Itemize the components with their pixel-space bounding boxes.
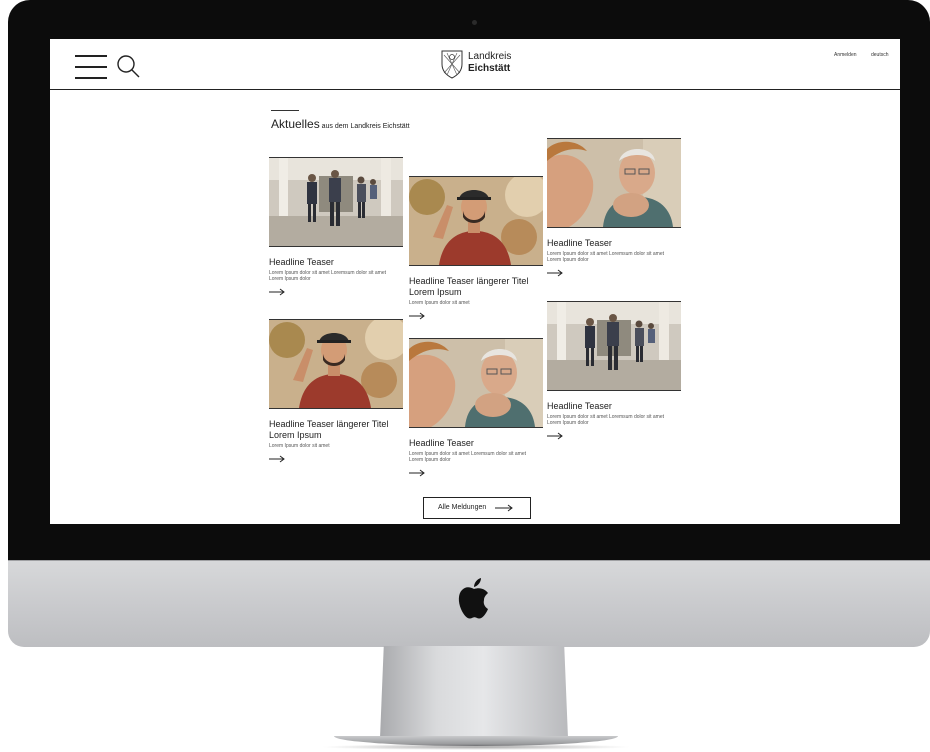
card-text: Lorem Ipsum dolor sit amet Loremsum dolo… xyxy=(547,251,664,263)
section-title-sub: aus dem Landkreis Eichstätt xyxy=(319,123,410,130)
arrow-right-icon[interactable] xyxy=(547,269,563,277)
site-header: Landkreis Eichstätt Anmelden deutsch xyxy=(50,39,900,90)
card-text: Lorem Ipsum dolor sit amet Loremsum dolo… xyxy=(409,451,526,463)
site-logo[interactable]: Landkreis Eichstätt xyxy=(440,49,550,81)
man-in-cap-photo xyxy=(409,176,543,266)
news-card[interactable]: Headline Teaser Lorem Ipsum dolor sit am… xyxy=(269,157,403,296)
corridor-people-photo xyxy=(269,157,403,247)
news-card[interactable]: Headline Teaser Lorem Ipsum dolor sit am… xyxy=(409,338,543,477)
section-title-main: Aktuelles xyxy=(271,117,320,131)
apple-logo-icon xyxy=(458,578,488,619)
heading-rule xyxy=(271,110,299,111)
brand-line-2: Eichstätt xyxy=(468,63,511,74)
news-card[interactable]: Headline Teaser längerer Titel Lorem Ips… xyxy=(409,176,543,320)
arrow-right-icon[interactable] xyxy=(409,312,425,320)
corridor-people-photo xyxy=(547,301,681,391)
card-headline: Headline Teaser xyxy=(409,438,474,448)
arrow-right-icon[interactable] xyxy=(409,469,425,477)
card-headline: Headline Teaser xyxy=(547,401,612,411)
arrow-right-icon[interactable] xyxy=(269,455,285,463)
login-link[interactable]: Anmelden xyxy=(834,52,857,58)
website-screen: Landkreis Eichstätt Anmelden deutsch Akt… xyxy=(50,39,900,524)
monitor-stand xyxy=(380,646,568,738)
section-title: Aktuelles aus dem Landkreis Eichstätt xyxy=(271,115,410,133)
card-text: Lorem Ipsum dolor sit amet Loremsum dolo… xyxy=(269,270,386,282)
language-link[interactable]: deutsch xyxy=(871,52,889,58)
brand-line-1: Landkreis xyxy=(468,51,512,62)
card-headline: Headline Teaser xyxy=(547,238,612,248)
news-card[interactable]: Headline Teaser längerer Titel Lorem Ips… xyxy=(269,319,403,463)
news-card[interactable]: Headline Teaser Lorem Ipsum dolor sit am… xyxy=(547,301,681,440)
arrow-right-icon xyxy=(495,504,513,512)
card-headline: Headline Teaser längerer Titel Lorem Ips… xyxy=(409,276,529,297)
card-text: Lorem Ipsum dolor sit amet xyxy=(269,443,330,449)
elderly-man-photo xyxy=(409,338,543,428)
search-icon[interactable] xyxy=(116,54,140,78)
all-news-button[interactable]: Alle Meldungen xyxy=(423,497,531,519)
stand-shadow xyxy=(320,744,632,750)
news-card[interactable]: Headline Teaser Lorem Ipsum dolor sit am… xyxy=(547,138,681,277)
menu-icon[interactable] xyxy=(75,55,107,79)
card-headline: Headline Teaser längerer Titel Lorem Ips… xyxy=(269,419,389,440)
crest-icon xyxy=(441,50,463,79)
arrow-right-icon[interactable] xyxy=(547,432,563,440)
man-in-cap-photo xyxy=(269,319,403,409)
arrow-right-icon[interactable] xyxy=(269,288,285,296)
card-text: Lorem Ipsum dolor sit amet Loremsum dolo… xyxy=(547,414,664,426)
elderly-man-photo xyxy=(547,138,681,228)
card-text: Lorem Ipsum dolor sit amet xyxy=(409,300,470,306)
all-news-label: Alle Meldungen xyxy=(438,504,487,511)
camera-dot xyxy=(472,20,477,25)
card-headline: Headline Teaser xyxy=(269,257,334,267)
